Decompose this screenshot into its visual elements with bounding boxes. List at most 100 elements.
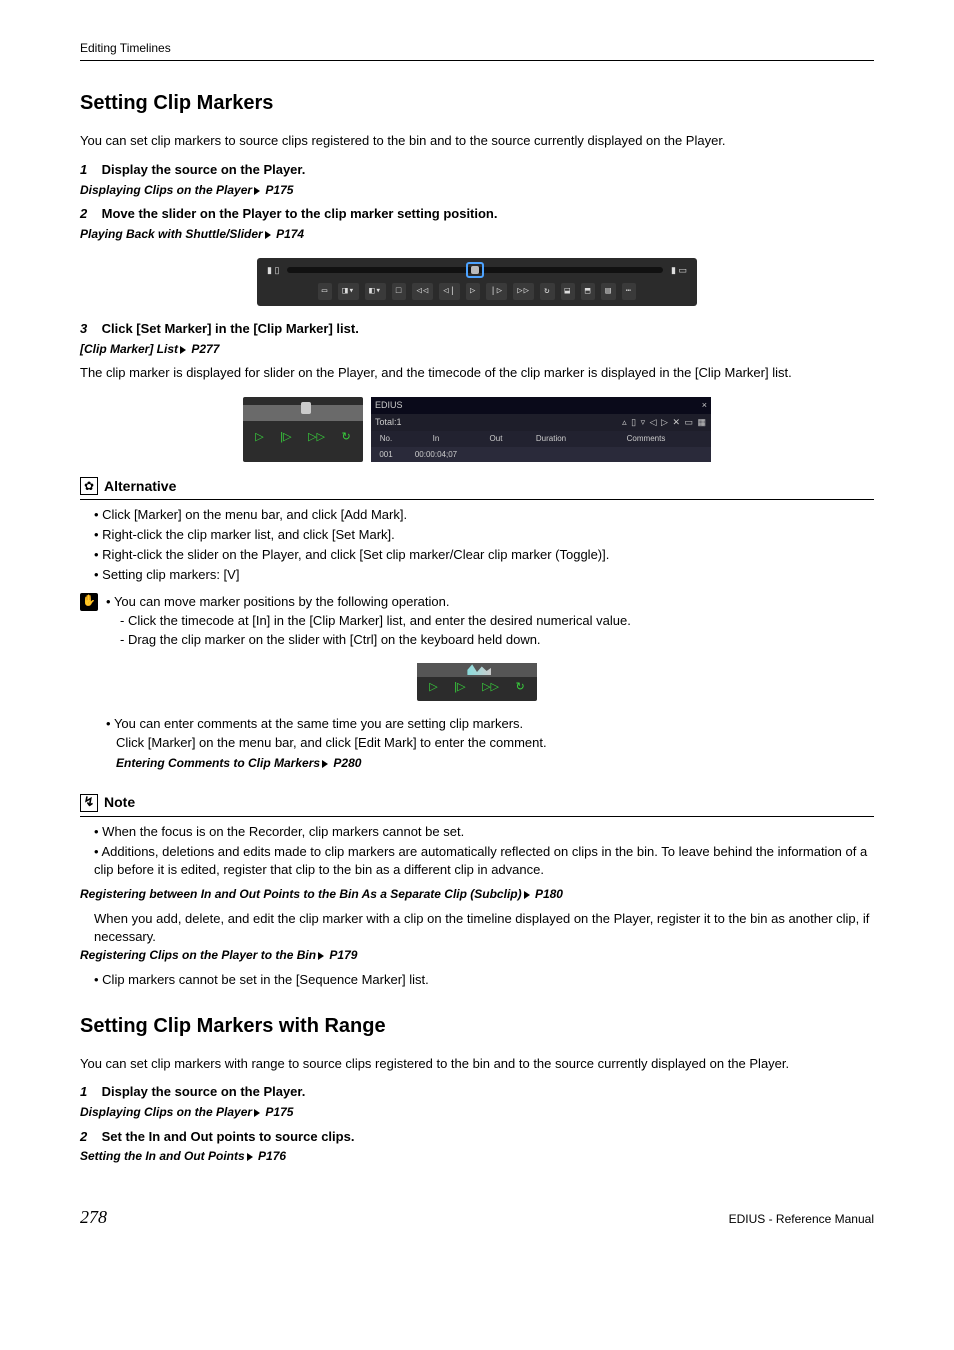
arrow-icon — [254, 187, 260, 195]
col-out: Out — [471, 432, 521, 446]
xref-displaying-clips-2[interactable]: Displaying Clips on the Player P175 — [80, 1104, 874, 1121]
btn[interactable]: ▤ — [601, 283, 615, 300]
arrow-icon — [322, 760, 328, 768]
step-number: 1 — [80, 1083, 98, 1102]
arrow-icon — [265, 231, 271, 239]
btn[interactable]: ⬓ — [561, 283, 575, 300]
xref-playing-back[interactable]: Playing Back with Shuttle/Slider P174 — [80, 226, 874, 243]
alt-item: Setting clip markers: [V] — [94, 566, 874, 585]
alternative-label: Alternative — [104, 476, 176, 496]
xref-label: Registering Clips on the Player to the B… — [80, 948, 316, 962]
btn[interactable]: ↻ — [540, 283, 554, 300]
note-header: Note — [80, 792, 874, 816]
btn[interactable]: ◨▾ — [338, 283, 359, 300]
intro-text: You can set clip markers to source clips… — [80, 132, 874, 151]
heading-setting-clip-markers: Setting Clip Markers — [80, 89, 874, 118]
xref-registering-subclip[interactable]: Registering between In and Out Points to… — [80, 886, 874, 903]
gear-icon — [80, 477, 98, 495]
arrow-icon — [254, 1109, 260, 1117]
step-text: Display the source on the Player. — [102, 162, 306, 177]
cell-dur — [521, 448, 581, 462]
mini-player: ▷ |▷ ▷▷ ↻ — [243, 397, 363, 462]
step-2: 2 Move the slider on the Player to the c… — [80, 205, 874, 224]
cell-com — [581, 448, 711, 462]
loop-icon[interactable]: ↻ — [516, 680, 525, 696]
xref-label: Displaying Clips on the Player — [80, 1105, 252, 1119]
panel-title: EDIUS — [375, 399, 403, 412]
btn[interactable]: ◁◁ — [412, 283, 433, 300]
player-bar: ▮ ▯ ▮ ▭ ▭ ◨▾ ◧▾ □ ◁◁ ◁| ▷ |▷ ▷▷ ↻ ⬓ ⬒ ▤ … — [257, 258, 697, 306]
xref-page: P180 — [535, 887, 563, 901]
cell-no: 001 — [371, 448, 401, 462]
step-3-after: The clip marker is displayed for slider … — [80, 364, 874, 383]
note-list-2: Clip markers cannot be set in the [Seque… — [80, 971, 874, 990]
xref-page: P174 — [276, 227, 304, 241]
info-icon — [80, 593, 98, 611]
col-in: In — [401, 432, 471, 446]
step2-1: 1 Display the source on the Player. — [80, 1083, 874, 1102]
marker-row[interactable]: 001 00:00:04;07 — [371, 447, 711, 463]
figure-clip-marker-list: ▷ |▷ ▷▷ ↻ EDIUS × Total:1 ▵ ▯ ▿ ◁ ▷ ✕ ▭ … — [80, 397, 874, 462]
btn[interactable]: □ — [392, 283, 406, 300]
xref-displaying-clips[interactable]: Displaying Clips on the Player P175 — [80, 182, 874, 199]
page-footer: 278 EDIUS - Reference Manual — [80, 1204, 874, 1230]
alt-item: Right-click the clip marker list, and cl… — [94, 526, 874, 545]
ff-icon[interactable]: ▷▷ — [308, 430, 325, 446]
step-number: 2 — [80, 1128, 98, 1147]
note-b2-cont: When you add, delete, and edit the clip … — [80, 910, 874, 948]
arrow-icon — [524, 891, 530, 899]
slider-with-marker[interactable] — [243, 405, 363, 421]
col-comments: Comments — [581, 432, 711, 446]
col-duration: Duration — [521, 432, 581, 446]
doc-title: EDIUS - Reference Manual — [729, 1211, 874, 1228]
alternative-header: Alternative — [80, 476, 874, 500]
xref-page: P175 — [265, 183, 293, 197]
play-next-icon[interactable]: |▷ — [280, 430, 291, 446]
arrow-icon — [318, 952, 324, 960]
xref-page: P175 — [265, 1105, 293, 1119]
xref-page: P179 — [329, 948, 357, 962]
info-dash: Drag the clip marker on the slider with … — [120, 631, 874, 650]
btn[interactable]: ▷▷ — [513, 283, 534, 300]
note-label: Note — [104, 792, 135, 812]
arrow-icon — [180, 346, 186, 354]
btn[interactable]: ▷ — [466, 283, 480, 300]
figure-drag-marker: ▷ |▷ ▷▷ ↻ — [80, 663, 874, 701]
slider-marker-highlight[interactable] — [466, 262, 484, 278]
step-1: 1 Display the source on the Player. — [80, 161, 874, 180]
column-headers: No. In Out Duration Comments — [371, 431, 711, 447]
step-text: Move the slider on the Player to the cli… — [102, 206, 498, 221]
loop-icon[interactable]: ↻ — [342, 430, 351, 446]
figure-player-slider: ▮ ▯ ▮ ▭ ▭ ◨▾ ◧▾ □ ◁◁ ◁| ▷ |▷ ▷▷ ↻ ⬓ ⬒ ▤ … — [80, 258, 874, 306]
xref-registering-clips-bin[interactable]: Registering Clips on the Player to the B… — [80, 947, 874, 964]
btn[interactable]: ◁| — [439, 283, 460, 300]
play-icon[interactable]: ▷ — [255, 430, 263, 446]
bar-right-markers: ▮ ▭ — [671, 264, 687, 277]
close-icon[interactable]: × — [702, 399, 707, 412]
note-item: Additions, deletions and edits made to c… — [94, 843, 874, 881]
toolbar-icons[interactable]: ▵ ▯ ▿ ◁ ▷ ✕ ▭ ▦ — [622, 416, 707, 429]
btn[interactable]: |▷ — [486, 283, 507, 300]
info2-lead: You can enter comments at the same time … — [114, 716, 523, 731]
note-item: Clip markers cannot be set in the [Seque… — [94, 971, 874, 990]
note-icon — [80, 794, 98, 812]
alt-item: Click [Marker] on the menu bar, and clic… — [94, 506, 874, 525]
xref-entering-comments[interactable]: Entering Comments to Clip Markers P280 — [116, 755, 874, 772]
ff-icon[interactable]: ▷▷ — [482, 680, 499, 696]
info-block-1: • You can move marker positions by the f… — [80, 593, 874, 650]
play-next-icon[interactable]: |▷ — [454, 680, 465, 696]
info-block-2: • You can enter comments at the same tim… — [106, 715, 874, 778]
step2-2: 2 Set the In and Out points to source cl… — [80, 1128, 874, 1147]
xref-clip-marker-list[interactable]: [Clip Marker] List P277 — [80, 341, 874, 358]
btn[interactable]: ▭ — [318, 283, 332, 300]
cursor-drag-illustration — [417, 663, 537, 677]
step-number: 3 — [80, 320, 98, 339]
slider-track[interactable] — [287, 267, 663, 273]
btn[interactable]: ⋯ — [622, 283, 636, 300]
play-icon[interactable]: ▷ — [429, 680, 437, 696]
btn[interactable]: ⬒ — [581, 283, 595, 300]
xref-setting-in-out[interactable]: Setting the In and Out Points P176 — [80, 1148, 874, 1165]
cell-out — [471, 448, 521, 462]
tab-total[interactable]: Total:1 — [375, 416, 402, 429]
btn[interactable]: ◧▾ — [365, 283, 386, 300]
